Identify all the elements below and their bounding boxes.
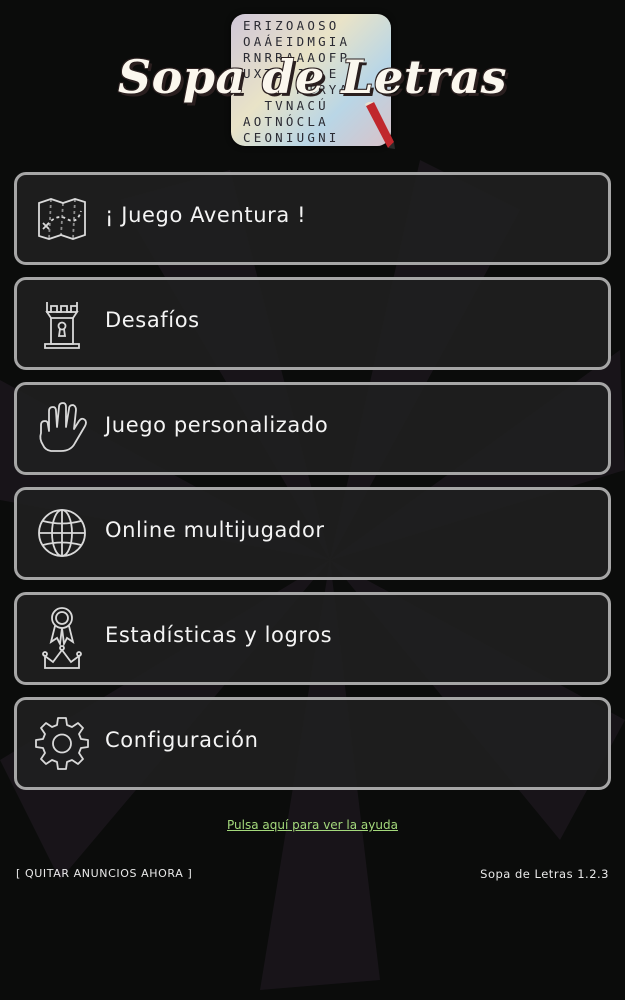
map-icon (38, 198, 86, 240)
help-link[interactable]: Pulsa aquí para ver la ayuda (0, 818, 625, 832)
hand-icon (39, 402, 87, 452)
logo-grid-row: AOTNÓCLA (243, 114, 329, 129)
menu-item-label: Estadísticas y logros (105, 623, 333, 647)
menu-item-label: Configuración (105, 728, 259, 752)
menu-item-settings[interactable]: Configuración (14, 697, 611, 790)
app-title: Sopa de Letras (117, 50, 508, 104)
app-header: ERIZOAOSO OAÁEIDMGIA RNRRAAAOFP UXTBVJ E… (0, 0, 625, 165)
menu-item-adventure[interactable]: ¡ Juego Aventura ! (14, 172, 611, 265)
menu-item-online[interactable]: Online multijugador (14, 487, 611, 580)
logo-grid-row: CEONIUGNI (243, 130, 340, 145)
menu-item-challenges[interactable]: Desafíos (14, 277, 611, 370)
remove-ads-button[interactable]: [ QUITAR ANUNCIOS AHORA ] (16, 867, 192, 880)
globe-icon (38, 509, 86, 557)
logo-grid-row: ERIZOAOSO (243, 18, 340, 33)
menu-item-label: ¡ Juego Aventura ! (105, 203, 307, 227)
menu-item-custom-game[interactable]: Juego personalizado (14, 382, 611, 475)
menu-item-label: Juego personalizado (105, 413, 329, 437)
tower-icon (44, 302, 80, 349)
logo-grid-row: OAÁEIDMGIA (243, 34, 351, 49)
version-label: Sopa de Letras 1.2.3 (480, 867, 609, 881)
menu-item-label: Desafíos (105, 308, 200, 332)
menu-item-stats[interactable]: Estadísticas y logros (14, 592, 611, 685)
gear-icon (35, 717, 89, 770)
medal-crown-icon (42, 607, 82, 669)
pencil-icon (365, 102, 395, 149)
menu-item-label: Online multijugador (105, 518, 325, 542)
